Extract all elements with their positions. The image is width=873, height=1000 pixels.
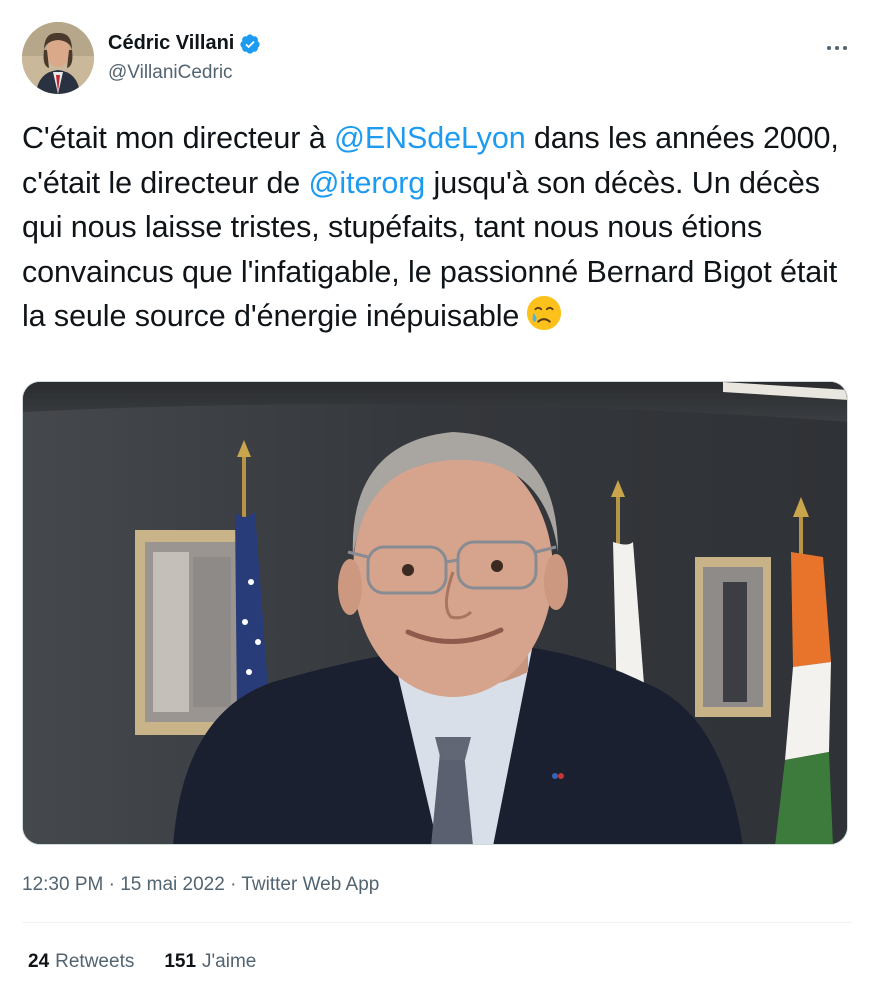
retweets-label: Retweets (55, 951, 135, 972)
tweet-text: C'était mon directeur à @ENSdeLyon dans … (22, 116, 852, 339)
avatar[interactable] (22, 22, 94, 94)
crying-face-emoji-icon (527, 295, 562, 331)
tweet-time[interactable]: 12:30 PM (22, 874, 103, 895)
tweet-source[interactable]: Twitter Web App (241, 874, 379, 895)
meta-separator: · (103, 874, 121, 895)
tweet-text-part: C'était mon directeur à (22, 121, 334, 155)
more-options-icon[interactable] (822, 36, 852, 60)
user-handle[interactable]: @VillaniCedric (108, 62, 233, 84)
tweet-photo[interactable] (22, 381, 848, 845)
tweet-stats: 24 Retweets 151 J'aime (28, 951, 256, 973)
tweet-meta: 12:30 PM · 15 mai 2022 · Twitter Web App (22, 874, 379, 896)
likes-label: J'aime (202, 951, 257, 972)
tweet-header: Cédric Villani @VillaniCedric (22, 22, 852, 96)
retweets-count: 24 (28, 951, 50, 972)
likes-count: 151 (164, 951, 197, 972)
divider (22, 922, 852, 923)
retweets-stat[interactable]: 24 Retweets (28, 951, 134, 973)
tweet-date[interactable]: 15 mai 2022 (120, 874, 225, 895)
meta-separator: · (224, 874, 242, 895)
verified-badge-icon (240, 33, 260, 54)
likes-stat[interactable]: 151 J'aime (164, 951, 256, 973)
mention-link-iterorg[interactable]: @iterorg (309, 166, 426, 200)
display-name[interactable]: Cédric Villani (108, 32, 234, 55)
mention-link-ensdelyon[interactable]: @ENSdeLyon (334, 121, 526, 155)
